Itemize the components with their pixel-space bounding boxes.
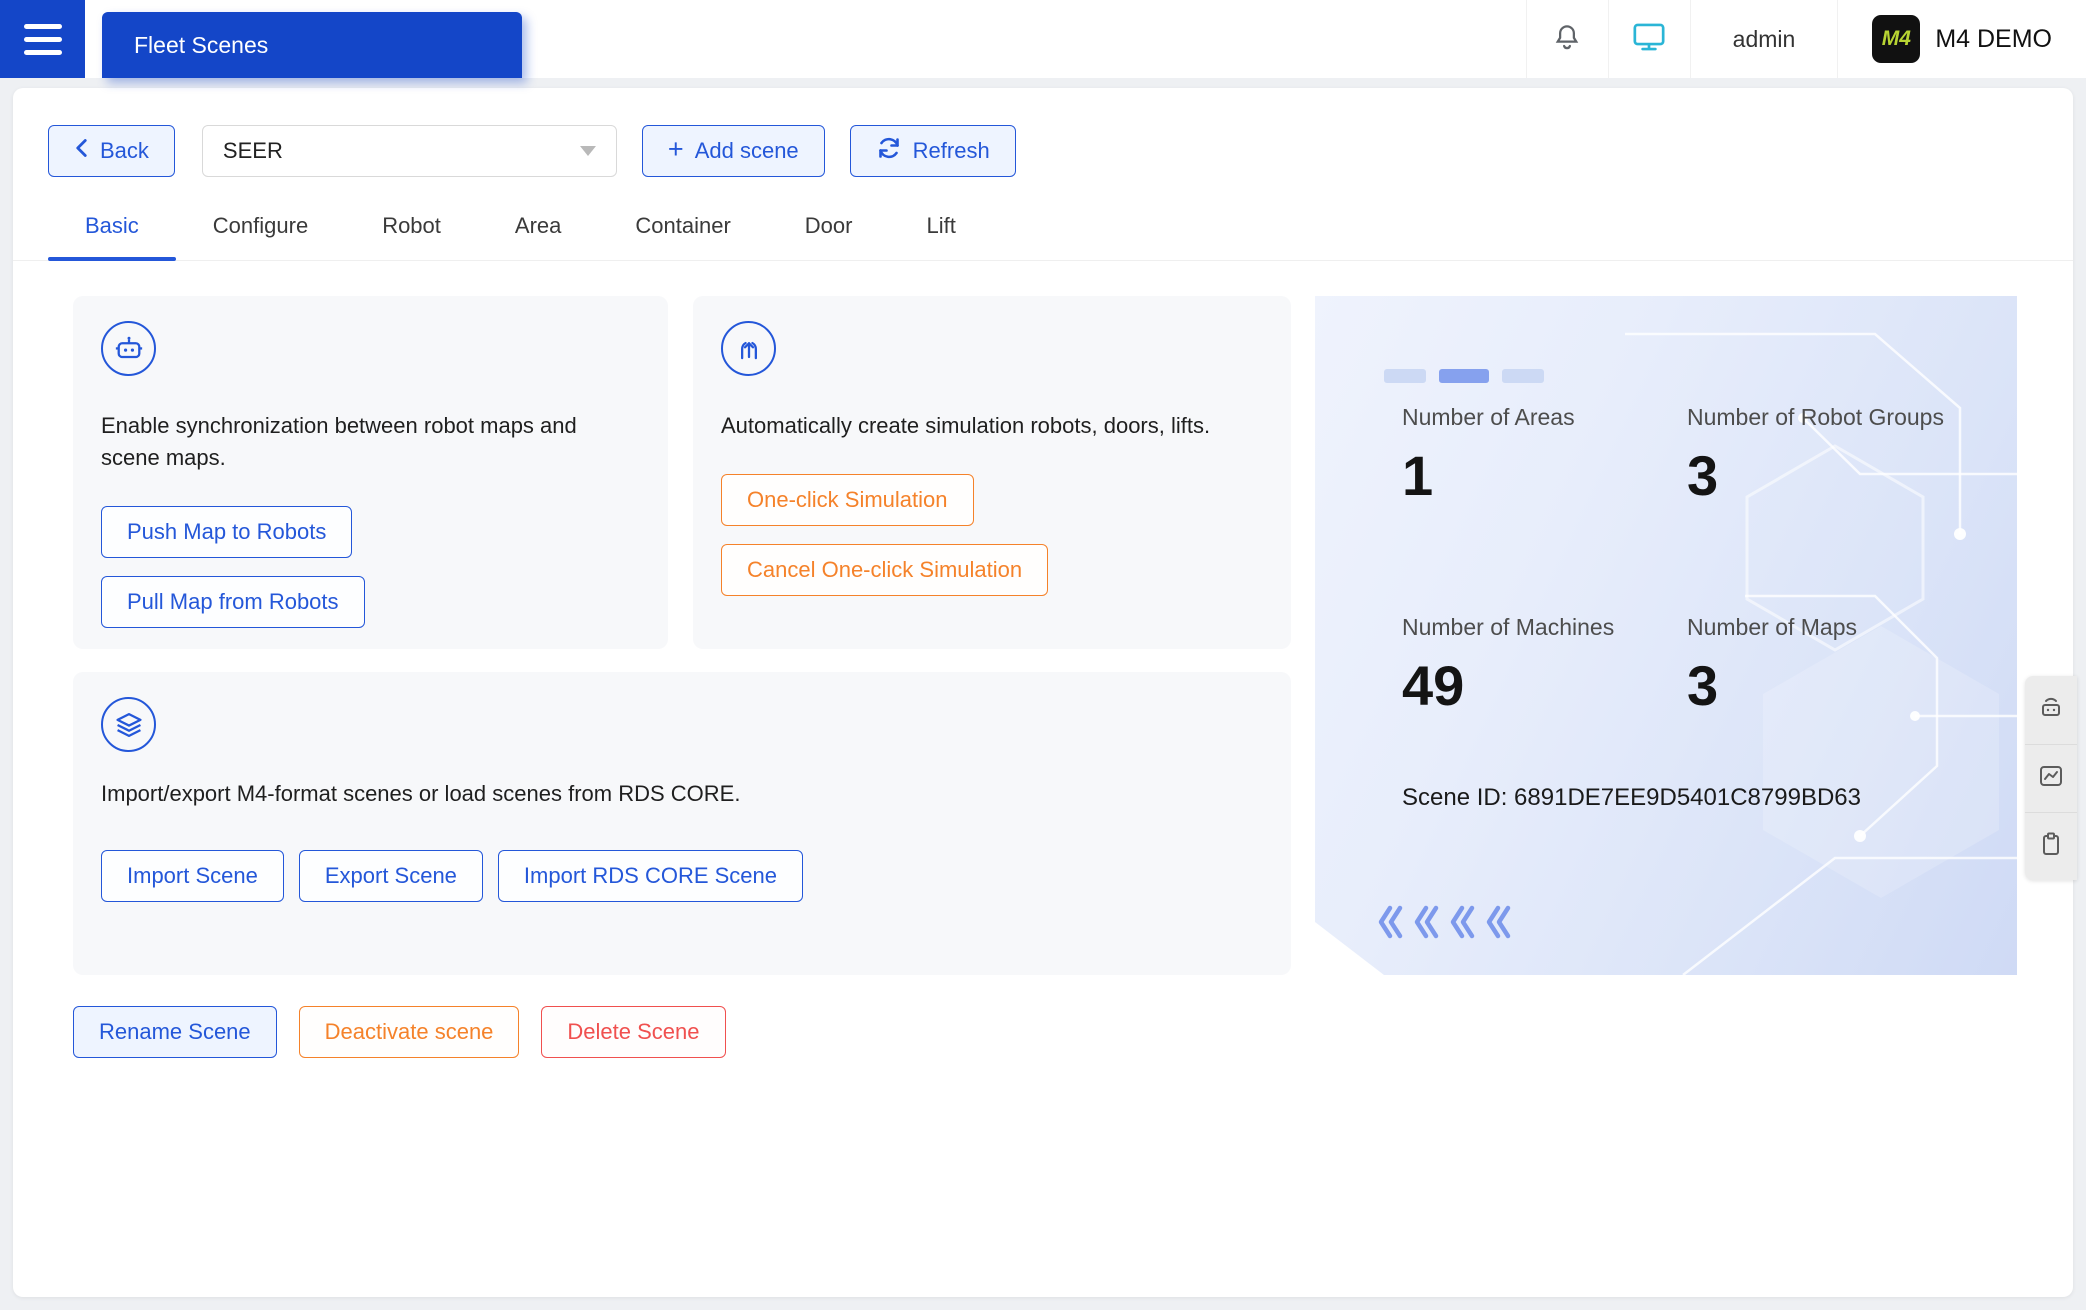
topbar: Fleet Scenes admin M4 M4 DEMO: [0, 0, 2086, 78]
username-label: admin: [1732, 25, 1796, 52]
scene-io-description: Import/export M4-format scenes or load s…: [101, 781, 741, 806]
scene-select-value: SEER: [222, 138, 283, 163]
chevron-left-icon: [74, 137, 89, 165]
import-rds-core-scene-button[interactable]: Import RDS CORE Scene: [497, 849, 803, 902]
scene-controls: Back SEER + Add scene Refresh: [13, 88, 2073, 177]
robot-icon: [101, 321, 156, 376]
simulation-description: Automatically create simulation robots, …: [721, 413, 1211, 438]
tab-configure[interactable]: Configure: [176, 197, 345, 260]
scene-select[interactable]: SEER: [201, 125, 617, 177]
tab-robot[interactable]: Robot: [345, 197, 478, 260]
export-scene-button[interactable]: Export Scene: [298, 849, 483, 902]
import-scene-button[interactable]: Import Scene: [101, 849, 284, 902]
map-sync-description: Enable synchronization between robot map…: [101, 413, 577, 470]
tab-container[interactable]: Container: [598, 197, 767, 260]
brand-area: M4 M4 DEMO: [1837, 0, 2086, 78]
chart-tool-button[interactable]: [2025, 744, 2077, 812]
bell-icon: [1552, 22, 1582, 57]
machines-count: 49: [1402, 654, 1465, 717]
stat-machines: Number of Machines 49: [1402, 614, 1615, 717]
tab-basic[interactable]: Basic: [48, 197, 176, 261]
scene-io-card: Import/export M4-format scenes or load s…: [73, 672, 1291, 975]
hamburger-icon: [23, 23, 62, 29]
hamburger-menu-button[interactable]: [0, 0, 85, 78]
stat-areas: Number of Areas 1: [1402, 404, 1575, 507]
areas-count: 1: [1402, 444, 1434, 507]
monitor-icon: [1632, 21, 1666, 58]
fleet-scenes-tab[interactable]: Fleet Scenes: [102, 12, 522, 78]
scene-stats-panel: Number of Areas 1 Number of Robot Groups…: [1315, 296, 2017, 975]
push-map-to-robots-button[interactable]: Push Map to Robots: [101, 505, 353, 558]
refresh-button[interactable]: Refresh: [849, 125, 1016, 177]
brand-name: M4 DEMO: [1935, 24, 2052, 53]
stat-maps: Number of Maps 3: [1687, 614, 1858, 717]
m4-logo: M4: [1872, 15, 1921, 63]
line-chart-icon: [2037, 762, 2065, 795]
main-panel: Back SEER + Add scene Refresh Basic Conf: [13, 88, 2073, 1297]
fleet-scenes-tab-label: Fleet Scenes: [134, 31, 269, 58]
decorative-pills: [1384, 369, 1544, 383]
clipboard-tool-button[interactable]: [2025, 812, 2077, 880]
topbar-right: admin M4 M4 DEMO: [1525, 0, 2086, 78]
back-button[interactable]: Back: [48, 125, 175, 177]
delete-scene-button[interactable]: Delete Scene: [541, 1006, 726, 1058]
basic-tab-content: Enable synchronization between robot map…: [13, 261, 2073, 1058]
robot-groups-count: 3: [1687, 444, 1719, 507]
robot-monitor-tool-button[interactable]: [2025, 676, 2077, 744]
add-scene-button[interactable]: + Add scene: [641, 125, 825, 177]
layers-icon: [101, 697, 156, 752]
scene-tabs: Basic Configure Robot Area Container Doo…: [13, 197, 2073, 261]
tab-area[interactable]: Area: [478, 197, 598, 260]
one-click-simulation-button[interactable]: One-click Simulation: [721, 473, 974, 526]
monitor-button[interactable]: [1607, 0, 1690, 78]
chevrons-decoration: [1377, 904, 1537, 945]
deactivate-scene-button[interactable]: Deactivate scene: [298, 1006, 520, 1058]
robot-signal-icon: [2037, 694, 2065, 727]
tab-door[interactable]: Door: [768, 197, 890, 260]
chevron-down-icon: [579, 146, 596, 156]
scene-id-label: Scene ID: 6891DE7EE9D5401C8799BD63: [1402, 784, 1861, 811]
pull-map-from-robots-button[interactable]: Pull Map from Robots: [101, 575, 365, 628]
tab-lift[interactable]: Lift: [889, 197, 992, 260]
maps-count: 3: [1687, 654, 1719, 717]
scene-actions: Rename Scene Deactivate scene Delete Sce…: [73, 975, 1291, 1058]
stat-robot-groups: Number of Robot Groups 3: [1687, 404, 1944, 507]
plus-icon: +: [667, 134, 684, 164]
refresh-icon: [876, 135, 902, 167]
m4-logo-text: M4: [1881, 27, 1911, 50]
simulation-card: Automatically create simulation robots, …: [693, 296, 1291, 649]
rename-scene-button[interactable]: Rename Scene: [73, 1006, 277, 1058]
notifications-button[interactable]: [1525, 0, 1608, 78]
clipboard-icon: [2037, 830, 2065, 863]
cancel-one-click-simulation-button[interactable]: Cancel One-click Simulation: [721, 543, 1049, 596]
user-menu[interactable]: admin: [1689, 0, 1838, 78]
simulation-flow-icon: [721, 321, 776, 376]
map-sync-card: Enable synchronization between robot map…: [73, 296, 668, 649]
floating-toolbar: [2025, 676, 2077, 880]
